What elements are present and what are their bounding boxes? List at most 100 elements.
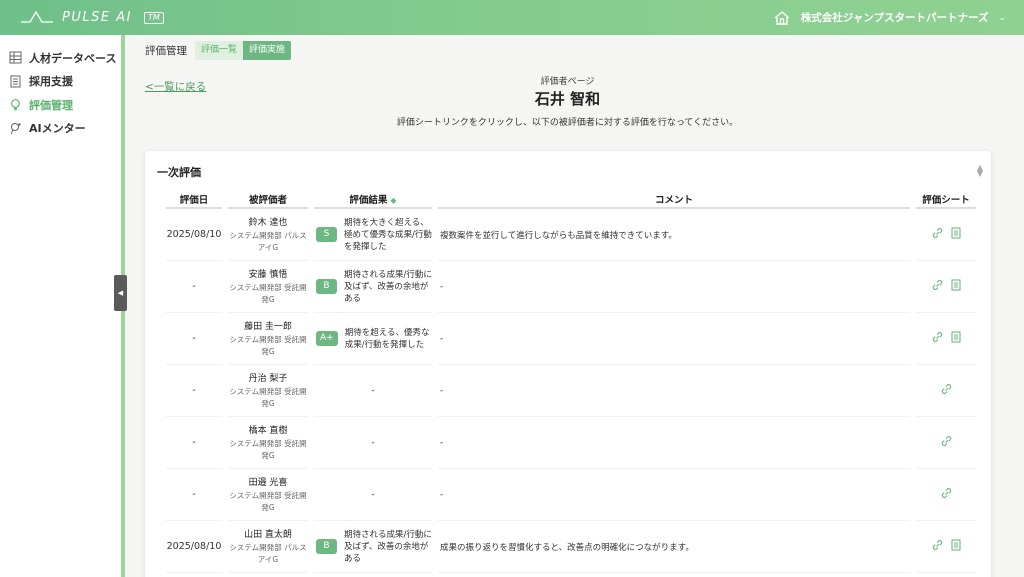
pulse-logo-icon [21, 10, 53, 23]
sidebar-item-ai-mentor[interactable]: AIメンター [0, 117, 121, 141]
comment-cell: - [438, 417, 910, 469]
main-content: 評価管理 評価一覧 評価実施 <一覧に戻る 評価者ページ 石井 智和 評価シート… [125, 35, 1024, 577]
date-cell: - [166, 313, 222, 365]
table-row: 2025/08/10 鈴木 達也 システム開発部 パルスアイG S 期待を大きく超える、… [163, 209, 979, 261]
sidebar-item-talent-database[interactable]: 人材データベース [0, 46, 121, 70]
table-row: - 藤田 圭一郎システム開発部 受託開発G A+ 期待を超える、優秀な成果/行動を発揮… [163, 313, 979, 365]
evaluatee-name: 安藤 慎悟 [248, 270, 288, 280]
table-header: 評価日 被評価者 評価結果 ◆ コメント 評価シート [163, 195, 979, 209]
evaluatee-department: システム開発部 受託開発G [229, 283, 307, 304]
sheet-cell [916, 417, 976, 469]
tab-evaluation-execution[interactable]: 評価実施 [243, 41, 292, 60]
card-title: 一次評価 [157, 166, 201, 179]
document-icon[interactable] [950, 331, 961, 346]
link-icon[interactable] [932, 331, 943, 346]
sidebar-item-label: 評価管理 [29, 98, 73, 112]
document-icon[interactable] [950, 539, 961, 554]
sheet-cell [916, 365, 976, 417]
home-icon[interactable] [773, 10, 791, 26]
comment-cell: 複数案件を並行して進行しながらも品質を維持できています。 [438, 209, 910, 261]
document-icon[interactable] [950, 227, 961, 242]
date-cell: - [166, 469, 222, 521]
evaluatee-department: システム開発部 受託開発G [229, 387, 307, 408]
result-cell: - [314, 469, 432, 521]
evaluatee-cell: 橋本 直樹システム開発部 受託開発G [228, 417, 308, 469]
evaluatee-cell: 田邉 光喜システム開発部 受託開発G [228, 469, 308, 521]
sheet-cell [916, 469, 976, 521]
evaluatee-name: 橋本 直樹 [248, 426, 288, 436]
evaluatee-name: 鈴木 達也 [248, 218, 288, 228]
document-icon[interactable] [950, 279, 961, 294]
evaluatee-name: 丹治 梨子 [248, 374, 288, 384]
breadcrumb-label: 評価管理 [145, 45, 187, 57]
result-cell: B 期待される成果/行動に及ばず、改善の余地がある [314, 521, 432, 573]
evaluatee-department: システム開発部 受託開発G [229, 491, 307, 512]
evaluatee-department: システム開発部 パルスアイG [229, 543, 307, 564]
evaluatee-department: システム開発部 パルスアイG [229, 231, 307, 252]
mentor-icon [11, 122, 21, 134]
result-cell: - [314, 365, 432, 417]
evaluator-page-label: 評価者ページ [540, 77, 595, 87]
sheet-cell [916, 313, 976, 365]
grade-badge: S [316, 227, 337, 242]
result-text: - [371, 437, 375, 448]
chevron-down-icon[interactable]: ⌄ [998, 13, 1006, 23]
result-text: 期待を大きく超える、極めて優秀な成果/行動を発揮した [344, 217, 432, 252]
evaluatee-cell: 山田 直太朗システム開発部 パルスアイG [228, 521, 308, 573]
sort-diamond-icon[interactable]: ◆ [390, 196, 396, 205]
column-header-sheet: 評価シート [916, 195, 976, 209]
comment-cell: - [438, 261, 910, 313]
grade-badge: A+ [316, 331, 338, 346]
evaluatee-department: システム開発部 受託開発G [229, 439, 307, 460]
column-header-result[interactable]: 評価結果 ◆ [314, 195, 432, 209]
result-cell: S 期待を大きく超える、極めて優秀な成果/行動を発揮した [314, 209, 432, 261]
sheet-cell [916, 209, 976, 261]
document-icon [10, 75, 21, 88]
logo[interactable]: PULSE AI TM [20, 9, 164, 27]
sidebar-item-recruitment[interactable]: 採用支援 [0, 70, 121, 94]
database-icon [9, 51, 22, 64]
evaluatee-name: 田邉 光喜 [248, 478, 288, 488]
sidebar-item-label: 採用支援 [29, 75, 73, 89]
result-text: - [371, 489, 375, 500]
evaluatee-cell: 安藤 慎悟システム開発部 受託開発G [228, 261, 308, 313]
sidebar-item-label: AIメンター [29, 122, 86, 136]
sort-icon[interactable]: ▲ ▼ [977, 164, 983, 178]
evaluatee-department: システム開発部 受託開発G [229, 335, 307, 356]
instruction-text: 評価シートリンクをクリックし、以下の被評価者に対する評価を行なってください。 [396, 118, 739, 128]
table-row: 2025/08/10 山田 直太朗 システム開発部 パルスアイG B 期待される成果/行… [163, 521, 979, 573]
link-icon[interactable] [941, 487, 952, 502]
tab-evaluation-list[interactable]: 評価一覧 [195, 41, 244, 60]
logo-text: PULSE AI [62, 10, 132, 25]
link-icon[interactable] [932, 227, 943, 242]
sheet-cell [916, 261, 976, 313]
column-header-evaluatee: 被評価者 [228, 195, 308, 209]
grade-badge: B [316, 539, 337, 554]
column-header-result-label: 評価結果 [349, 195, 388, 206]
link-icon[interactable] [941, 383, 952, 398]
breadcrumb: 評価管理 評価一覧 評価実施 [145, 41, 292, 60]
result-text: 期待を超える、優秀な成果/行動を発揮した [344, 327, 430, 350]
logo-badge: TM [143, 11, 164, 24]
evaluation-table: 評価日 被評価者 評価結果 ◆ コメント 評価シート 2025/08/10 鈴木 達… [163, 195, 979, 573]
company-selector[interactable]: 株式会社ジャンプスタートパートナーズ [801, 10, 989, 25]
link-icon[interactable] [932, 539, 943, 554]
evaluatee-name: 藤田 圭一郎 [244, 322, 292, 332]
result-cell: A+ 期待を超える、優秀な成果/行動を発揮した [314, 313, 432, 365]
date-cell: - [166, 417, 222, 469]
evaluatee-name: 山田 直太朗 [244, 530, 292, 540]
link-icon[interactable] [932, 279, 943, 294]
date-cell: 2025/08/10 [166, 521, 222, 573]
sheet-cell [916, 521, 976, 573]
table-row: - 田邉 光喜 システム開発部 受託開発G - - [163, 469, 979, 521]
comment-cell: - [438, 469, 910, 521]
sidebar-item-evaluation[interactable]: 評価管理 [0, 93, 121, 117]
app-header: PULSE AI TM 株式会社ジャンプスタートパートナーズ ⌄ [0, 0, 1024, 35]
sidebar-item-label: 人材データベース [29, 51, 117, 65]
result-text: - [371, 385, 375, 396]
link-icon[interactable] [941, 435, 952, 450]
comment-cell: 成果の振り返りを習慣化すると、改善点の明確化につながります。 [438, 521, 910, 573]
evaluator-name: 石井 智和 [534, 90, 601, 108]
sidebar: 人材データベース 採用支援 評価管理 AIメンター [0, 35, 121, 577]
result-cell: - [314, 417, 432, 469]
